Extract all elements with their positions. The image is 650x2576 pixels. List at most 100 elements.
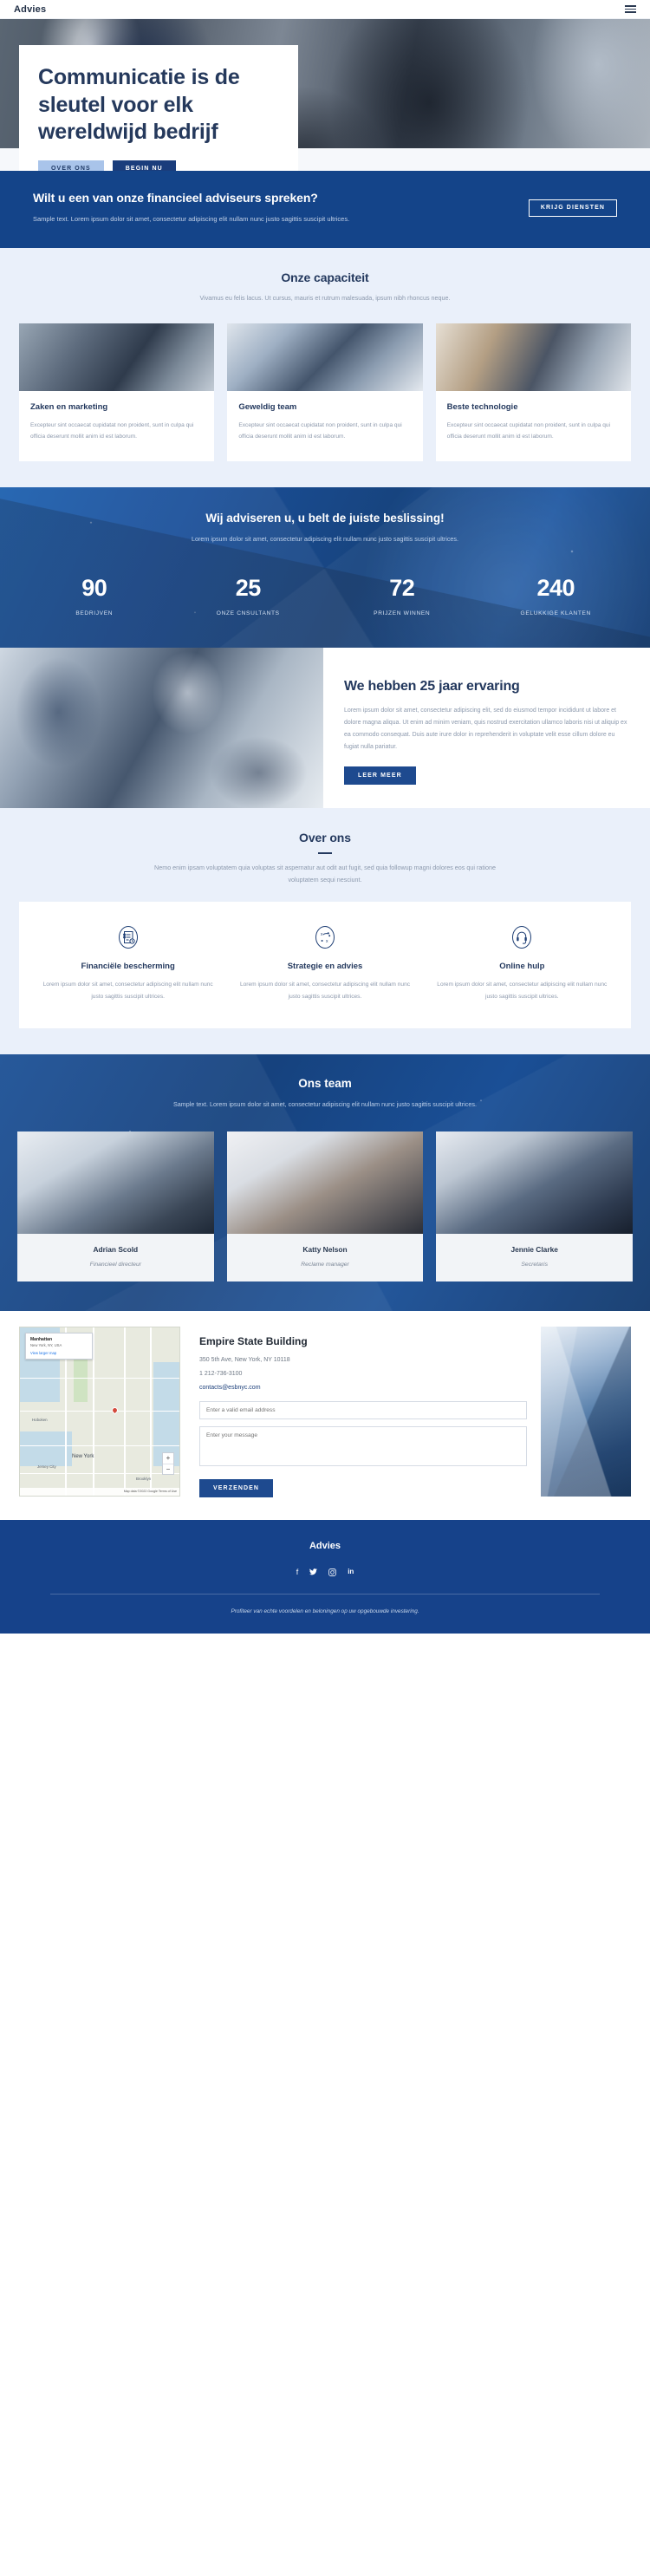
- feature-text: Lorem ipsum dolor sit amet, consectetur …: [42, 981, 213, 1000]
- stat-value: 240: [536, 575, 575, 602]
- start-now-button[interactable]: BEGIN NU: [112, 160, 176, 171]
- email-field[interactable]: [199, 1400, 527, 1419]
- strategy-path-icon: x x: [314, 924, 336, 950]
- feature-title: Online hulp: [499, 962, 545, 972]
- map-zoom-out-button[interactable]: −: [163, 1463, 173, 1474]
- linkedin-icon[interactable]: in: [348, 1568, 354, 1578]
- get-services-button[interactable]: KRIJG DIENSTEN: [528, 199, 617, 217]
- map-card-subtitle: New York, NY, USA: [30, 1343, 62, 1348]
- hero-title: Communicatie is de sleutel voor elk were…: [38, 65, 240, 144]
- member-photo: [17, 1131, 214, 1234]
- stat-value: 90: [81, 575, 107, 602]
- cta-band: Wilt u een van onze financieel adviseurs…: [0, 171, 650, 248]
- team-section: Ons team Sample text. Lorem ipsum dolor …: [0, 1053, 650, 1311]
- capacity-card[interactable]: Zaken en marketing Excepteur sint occaec…: [19, 323, 215, 462]
- stats-row: 90 BEDRIJVEN 25 ONZE CNSULTANTS 72 PRIJZ…: [17, 575, 634, 617]
- message-field[interactable]: [199, 1425, 527, 1466]
- footer-brand[interactable]: Advies: [17, 1541, 633, 1551]
- feature-item[interactable]: Online hulp Lorem ipsum dolor sit amet, …: [424, 924, 621, 1001]
- map-label: Jersey City: [37, 1464, 56, 1469]
- member-name: Katty Nelson: [302, 1244, 348, 1254]
- stat-item: 72 PRIJZEN WINNEN: [325, 575, 479, 617]
- cta-text: Sample text. Lorem ipsum dolor sit amet,…: [33, 215, 350, 223]
- experience-section: We hebben 25 jaar ervaring Lorem ipsum d…: [0, 648, 650, 809]
- contact-details: Empire State Building 350 5th Ave, New Y…: [191, 1327, 530, 1497]
- twitter-icon[interactable]: [309, 1568, 318, 1578]
- instagram-icon[interactable]: [328, 1568, 337, 1578]
- capacity-cards: Zaken en marketing Excepteur sint occaec…: [19, 323, 631, 462]
- capacity-card[interactable]: Beste technologie Excepteur sint occaeca…: [435, 323, 631, 462]
- hamburger-menu-icon[interactable]: [625, 5, 636, 13]
- stat-item: 25 ONZE CNSULTANTS: [172, 575, 326, 617]
- team-title: Ons team: [298, 1076, 352, 1090]
- card-image: [435, 323, 631, 391]
- team-member[interactable]: Katty Nelson Reclame manager: [226, 1131, 424, 1281]
- team-member[interactable]: Adrian Scold Financieel directeur: [17, 1131, 214, 1281]
- stat-label: GELUKKIGE KLANTEN: [520, 610, 591, 617]
- social-links: f in: [17, 1568, 633, 1578]
- member-role: Financieel directeur: [89, 1261, 141, 1268]
- capacity-title: Onze capaciteit: [281, 270, 369, 284]
- stat-value: 72: [389, 575, 415, 602]
- map-label: New York: [72, 1453, 94, 1459]
- about-features-panel: Financiële bescherming Lorem ipsum dolor…: [19, 902, 631, 1028]
- contact-address: 350 5th Ave, New York, NY 10118: [199, 1356, 290, 1363]
- team-member[interactable]: Jennie Clarke Secretaris: [436, 1131, 634, 1281]
- stat-item: 240 GELUKKIGE KLANTEN: [479, 575, 634, 617]
- map-widget[interactable]: Manhattan New York, NY, USA View larger …: [19, 1326, 180, 1497]
- map-label: Hoboken: [32, 1417, 48, 1422]
- capacity-card[interactable]: Geweldig team Excepteur sint occaecat cu…: [227, 323, 423, 462]
- map-zoom-in-button[interactable]: +: [163, 1453, 173, 1464]
- contact-section: Manhattan New York, NY, USA View larger …: [0, 1310, 650, 1520]
- card-image: [227, 323, 423, 391]
- about-us-button[interactable]: OVER ONS: [38, 160, 104, 171]
- footer-divider: [50, 1593, 600, 1595]
- stat-value: 25: [235, 575, 262, 602]
- team-subtitle: Sample text. Lorem ipsum dolor sit amet,…: [173, 1099, 477, 1108]
- contact-phone: 1 212-736-3100: [199, 1370, 243, 1377]
- title-divider: [318, 852, 332, 855]
- contact-email[interactable]: contacts@esbnyc.com: [199, 1385, 527, 1391]
- site-footer: Advies f in Profiteer van echte voordele…: [0, 1519, 650, 1634]
- site-logo[interactable]: Advies: [14, 4, 46, 15]
- footer-note: Profiteer van echte voordelen en belonin…: [231, 1608, 419, 1614]
- about-subtitle: Nemo enim ipsam voluptatem quia voluptas…: [154, 864, 496, 884]
- headset-support-icon: [510, 924, 533, 950]
- svg-text:x: x: [326, 939, 328, 944]
- map-card-title: Manhattan: [30, 1336, 52, 1342]
- stats-heading: Wij adviseren u, u belt de juiste beslis…: [205, 512, 445, 525]
- map-attribution: Map data ©2022 Google Terms of Use: [20, 1487, 179, 1496]
- checklist-clipboard-icon: [117, 924, 140, 950]
- capacity-subtitle: Vivamus eu felis lacus. Ut cursus, mauri…: [199, 293, 451, 302]
- member-photo: [226, 1131, 424, 1234]
- facebook-icon[interactable]: f: [296, 1568, 299, 1578]
- learn-more-button[interactable]: LEER MEER: [344, 766, 416, 786]
- stat-label: BEDRIJVEN: [75, 610, 114, 617]
- landing-page: Advies Communicatie is de sleutel voor e…: [0, 0, 650, 1634]
- stat-label: PRIJZEN WINNEN: [374, 610, 431, 617]
- map-info-card[interactable]: Manhattan New York, NY, USA View larger …: [25, 1332, 93, 1360]
- experience-text: Lorem ipsum dolor sit amet, consectetur …: [344, 708, 627, 751]
- svg-text:x: x: [321, 932, 323, 937]
- experience-image: [0, 648, 323, 809]
- card-text: Excepteur sint occaecat cupidatat non pr…: [30, 421, 194, 440]
- stat-label: ONZE CNSULTANTS: [216, 610, 280, 617]
- cta-heading: Wilt u een van onze financieel adviseurs…: [33, 191, 318, 205]
- feature-item[interactable]: x x Strategie en advies Lorem ipsum dolo…: [226, 924, 423, 1001]
- stats-section: Wij adviseren u, u belt de juiste beslis…: [0, 487, 650, 649]
- feature-title: Strategie en advies: [287, 962, 363, 972]
- site-header: Advies: [0, 0, 650, 19]
- submit-button[interactable]: VERZENDEN: [199, 1478, 274, 1497]
- cta-text-block: Wilt u een van onze financieel adviseurs…: [33, 191, 349, 225]
- member-photo: [436, 1131, 634, 1234]
- capacity-section: Onze capaciteit Vivamus eu felis lacus. …: [0, 247, 650, 488]
- map-zoom-controls[interactable]: + −: [162, 1451, 174, 1475]
- team-grid: Adrian Scold Financieel directeur Katty …: [17, 1131, 634, 1281]
- card-text: Excepteur sint occaecat cupidatat non pr…: [238, 421, 402, 440]
- card-title: Beste technologie: [446, 401, 518, 412]
- map-larger-link[interactable]: View larger map: [30, 1351, 88, 1355]
- card-title: Geweldig team: [238, 401, 297, 412]
- feature-title: Financiële bescherming: [81, 962, 175, 972]
- hero-section: Communicatie is de sleutel voor elk were…: [0, 19, 650, 171]
- feature-item[interactable]: Financiële bescherming Lorem ipsum dolor…: [29, 924, 226, 1001]
